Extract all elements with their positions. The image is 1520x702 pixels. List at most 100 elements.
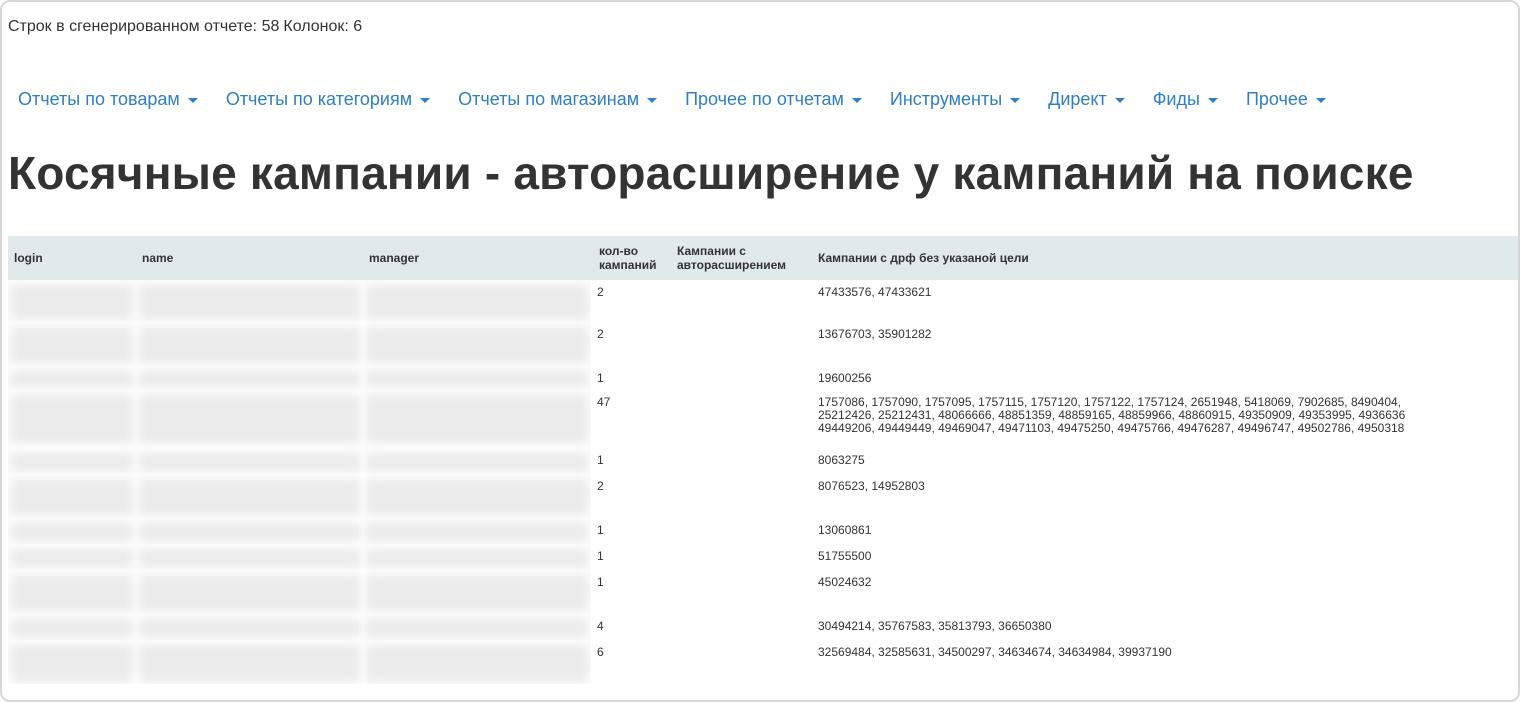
campaign-ids-line: 32569484, 32585631, 34500297, 34634674, … xyxy=(818,645,1172,659)
column-header-autoexpansion[interactable]: Кампании с авторасширением xyxy=(669,236,812,280)
report-summary: Строк в сгенерированном отчете: 58 Колоно… xyxy=(8,18,366,36)
header-line: кол-во xyxy=(599,244,639,258)
autoexpansion-cell xyxy=(669,448,812,474)
drf-campaigns-cell: 45024632 xyxy=(812,570,1518,614)
campaign-ids-line: 13676703, 35901282 xyxy=(818,327,932,341)
redacted-blur xyxy=(10,478,134,516)
redacted-blur xyxy=(138,478,361,516)
campaign-count-cell: 2 xyxy=(597,285,604,299)
manager-cell-redacted xyxy=(363,570,591,614)
redacted-blur xyxy=(10,618,134,638)
nav-item-category-reports[interactable]: Отчеты по категориям xyxy=(212,89,444,110)
redacted-blur xyxy=(138,522,361,542)
nav-item-shop-reports[interactable]: Отчеты по магазинам xyxy=(444,89,671,110)
login-cell-redacted xyxy=(8,614,136,640)
redacted-blur xyxy=(365,644,589,682)
autoexpansion-cell xyxy=(669,544,812,570)
top-nav: Отчеты по товарам Отчеты по категориям О… xyxy=(8,88,1340,110)
nav-item-tools[interactable]: Инструменты xyxy=(876,89,1034,110)
column-header-campaign-count[interactable]: кол-во кампаний xyxy=(591,236,669,280)
report-frame: Строк в сгенерированном отчете: 58 Колоно… xyxy=(0,0,1520,702)
nav-item-label: Отчеты по категориям xyxy=(225,88,413,109)
redacted-blur xyxy=(138,370,361,388)
caret-down-icon xyxy=(1114,97,1125,103)
table-row: 6 32569484, 32585631, 34500297, 34634674… xyxy=(8,640,1518,684)
login-cell-redacted xyxy=(8,448,136,474)
drf-campaigns-cell: 13060861 xyxy=(812,518,1518,544)
campaign-count-cell: 2 xyxy=(597,479,604,493)
login-cell-redacted xyxy=(8,570,136,614)
column-header-login[interactable]: login xyxy=(8,236,136,280)
redacted-blur xyxy=(138,644,361,682)
redacted-blur xyxy=(365,326,589,364)
nav-item-label: Директ xyxy=(1048,88,1107,109)
nav-item-product-reports[interactable]: Отчеты по товарам xyxy=(8,89,212,110)
column-header-manager[interactable]: manager xyxy=(363,236,591,280)
campaign-ids-line: 13060861 xyxy=(818,523,872,537)
drf-campaigns-cell: 1757086, 1757090, 1757095, 1757115, 1757… xyxy=(812,390,1518,448)
redacted-blur xyxy=(138,618,361,638)
caret-down-icon xyxy=(851,97,862,103)
header-line: Кампании с xyxy=(677,244,746,258)
caret-down-icon xyxy=(647,97,658,103)
name-cell-redacted xyxy=(136,570,363,614)
table-row: 1 45024632 xyxy=(8,570,1518,614)
redacted-blur xyxy=(10,326,134,364)
redacted-blur xyxy=(365,522,589,542)
login-cell-redacted xyxy=(8,280,136,322)
caret-down-icon xyxy=(420,97,431,103)
table-row: 1 19600256 xyxy=(8,366,1518,390)
manager-cell-redacted xyxy=(363,544,591,570)
redacted-blur xyxy=(10,574,134,612)
column-header-drf-no-goal[interactable]: Кампании с дрф без указаной цели xyxy=(812,236,1518,280)
campaign-ids-line: 8063275 xyxy=(818,453,865,467)
campaign-ids-line: 47433576, 47433621 xyxy=(818,285,932,299)
nav-item-label: Прочее по отчетам xyxy=(685,88,844,109)
login-cell-redacted xyxy=(8,390,136,448)
manager-cell-redacted xyxy=(363,614,591,640)
drf-campaigns-cell: 13676703, 35901282 xyxy=(812,322,1518,366)
drf-campaigns-cell: 8063275 xyxy=(812,448,1518,474)
nav-item-direct[interactable]: Директ xyxy=(1034,89,1139,110)
redacted-blur xyxy=(365,574,589,612)
column-header-name[interactable]: name xyxy=(136,236,363,280)
redacted-blur xyxy=(138,452,361,472)
login-cell-redacted xyxy=(8,366,136,390)
nav-item-label: Отчеты по магазинам xyxy=(458,88,640,109)
manager-cell-redacted xyxy=(363,640,591,684)
autoexpansion-cell xyxy=(669,322,812,366)
cols-count-text: Колонок: 6 xyxy=(283,18,363,35)
drf-campaigns-cell: 32569484, 32585631, 34500297, 34634674, … xyxy=(812,640,1518,684)
redacted-blur xyxy=(10,452,134,472)
redacted-blur xyxy=(10,522,134,542)
nav-item-label: Фиды xyxy=(1152,88,1200,109)
drf-campaigns-cell: 30494214, 35767583, 35813793, 36650380 xyxy=(812,614,1518,640)
campaign-count-cell: 1 xyxy=(597,371,604,385)
table-row: 2 13676703, 35901282 xyxy=(8,322,1518,366)
drf-campaigns-cell: 51755500 xyxy=(812,544,1518,570)
nav-item-label: Отчеты по товарам xyxy=(18,88,180,109)
campaign-count-cell: 1 xyxy=(597,549,604,563)
nav-item-feeds[interactable]: Фиды xyxy=(1139,89,1232,110)
campaign-count-cell: 4 xyxy=(597,619,604,633)
drf-campaigns-cell: 47433576, 47433621 xyxy=(812,280,1518,322)
nav-item-other[interactable]: Прочее xyxy=(1232,89,1340,110)
drf-campaigns-cell: 8076523, 14952803 xyxy=(812,474,1518,518)
autoexpansion-cell xyxy=(669,614,812,640)
login-cell-redacted xyxy=(8,544,136,570)
nav-item-other-reports[interactable]: Прочее по отчетам xyxy=(671,89,876,110)
report-table-container: login name manager кол-во кампаний Кампан… xyxy=(8,236,1518,700)
campaign-ids-line: 19600256 xyxy=(818,371,872,385)
manager-cell-redacted xyxy=(363,448,591,474)
redacted-blur xyxy=(10,644,134,682)
campaign-ids-line: 51755500 xyxy=(818,549,872,563)
header-line: авторасширением xyxy=(677,258,787,272)
campaign-count-cell: 6 xyxy=(597,645,604,659)
table-row: 1 8063275 xyxy=(8,448,1518,474)
redacted-blur xyxy=(10,284,134,320)
caret-down-icon xyxy=(187,97,198,103)
campaign-ids-line: 49449206, 49449449, 49469047, 49471103, … xyxy=(818,421,1405,435)
nav-item-label: Инструменты xyxy=(889,88,1003,109)
manager-cell-redacted xyxy=(363,518,591,544)
login-cell-redacted xyxy=(8,322,136,366)
